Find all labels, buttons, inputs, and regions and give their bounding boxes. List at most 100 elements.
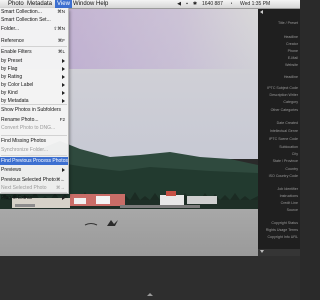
sidebar-label: Copyright Info URL bbox=[267, 235, 298, 239]
menu-item[interactable]: Plug-in Extras bbox=[0, 194, 68, 202]
submenu-arrow-icon bbox=[62, 196, 65, 200]
sidebar-label: Sublocation bbox=[279, 145, 298, 149]
menu-item: Convert Photo to DNG... bbox=[0, 124, 68, 132]
menu-view[interactable]: View bbox=[55, 0, 72, 8]
menu-item[interactable]: Enable Filters ⌘L bbox=[0, 48, 68, 56]
submenu-arrow-icon bbox=[62, 99, 65, 103]
sidebar-label: Instructions bbox=[279, 194, 298, 198]
menu-item[interactable]: by Kind bbox=[0, 89, 68, 97]
menu-window[interactable]: Window bbox=[73, 0, 94, 8]
menu-item-shortcut: ⌘N bbox=[57, 9, 65, 14]
menu-item-label: by Color Label bbox=[1, 82, 34, 88]
sidebar-label: Description Writer bbox=[269, 93, 299, 97]
submenu-arrow-icon bbox=[62, 91, 65, 95]
menu-separator bbox=[1, 46, 67, 47]
menu-item-label: Synchronize Folder... bbox=[1, 147, 48, 153]
menu-item: Next Selected Photo ⌘→ bbox=[0, 184, 68, 192]
menu-item-shortcut: ⌘← bbox=[56, 177, 65, 182]
menu-item[interactable]: by Preset bbox=[0, 57, 68, 65]
sidebar-label: Title / Preset bbox=[277, 21, 298, 25]
menu-metadata[interactable]: Metadata bbox=[27, 0, 52, 8]
sidebar-label: Rights Usage Terms bbox=[265, 228, 298, 232]
submenu-arrow-icon bbox=[62, 83, 65, 87]
menu-item-label: Rename Photo... bbox=[1, 117, 39, 123]
menu-item-label: Folder... bbox=[1, 26, 20, 32]
sidebar-label: Copyright Status bbox=[271, 221, 298, 225]
menu-help[interactable]: Help bbox=[96, 0, 108, 8]
sidebar-label: IPTC Subject Code bbox=[267, 86, 298, 90]
menu-item[interactable]: Folder... ⇧⌘N bbox=[0, 25, 68, 33]
view-menu-dropdown: Smart Collection... ⌘N Smart Collection Se… bbox=[0, 8, 69, 201]
menu-item-label: Reference bbox=[1, 38, 25, 44]
submenu-arrow-icon bbox=[62, 59, 65, 63]
menu-item-shortcut: ⌘L bbox=[57, 49, 65, 54]
sidebar-bottom-bar bbox=[258, 249, 300, 256]
sidebar-label: Category bbox=[283, 100, 298, 104]
menu-item[interactable]: by Color Label bbox=[0, 81, 68, 89]
menu-item-label: Smart Collection... bbox=[1, 9, 42, 15]
menu-item-label: Enable Filters bbox=[1, 49, 32, 55]
menubar-square-icon[interactable]: ▪ bbox=[184, 1, 190, 7]
menu-item[interactable]: Smart Collection... ⌘N bbox=[0, 8, 68, 16]
menu-item-label: by Flag bbox=[1, 66, 18, 72]
sidebar-label: Job Identifier bbox=[277, 187, 298, 191]
menu-item-label: by Kind bbox=[1, 90, 18, 96]
menu-separator bbox=[1, 155, 67, 156]
sidebar-label: Source bbox=[286, 208, 298, 212]
sidebar-label: IPTC Scene Code bbox=[269, 137, 298, 141]
menu-item-label: Next Selected Photo bbox=[1, 185, 47, 191]
sidebar-label: Country bbox=[285, 167, 298, 171]
submenu-arrow-icon bbox=[62, 168, 65, 172]
menu-item-label: Plug-in Extras bbox=[1, 195, 33, 201]
menu-item: Synchronize Folder... bbox=[0, 146, 68, 154]
menu-item[interactable]: Find Previous Process Photos bbox=[0, 157, 68, 165]
menu-item[interactable]: by Flag bbox=[0, 65, 68, 73]
expand-down-icon[interactable] bbox=[260, 250, 264, 253]
menu-item[interactable]: by Rating bbox=[0, 73, 68, 81]
menu-item-label: Find Missing Photos bbox=[1, 138, 47, 144]
sidebar-label: Creator bbox=[286, 42, 298, 46]
menu-item-shortcut: F2 bbox=[59, 117, 65, 122]
menu-item-shortcut: ⇧⌘N bbox=[53, 26, 65, 31]
sidebar-label: Other Categories bbox=[270, 108, 298, 112]
menu-item-label: by Preset bbox=[1, 58, 23, 64]
metadata-sidebar: Title / Preset Headline Creator Phone E-Mail… bbox=[258, 9, 300, 256]
filmstrip-toggle-icon[interactable] bbox=[147, 293, 153, 296]
menu-item-label: Show Photos in Subfolders bbox=[1, 107, 62, 113]
menu-item[interactable]: Reference ⌘F bbox=[0, 37, 68, 45]
tray-status: 1640 887 bbox=[202, 1, 223, 7]
menu-item[interactable]: Previous Selected Photo ⌘← bbox=[0, 176, 68, 184]
menu-item-label: Convert Photo to DNG... bbox=[1, 125, 56, 131]
menu-item[interactable]: Rename Photo... F2 bbox=[0, 116, 68, 124]
menubar-clock[interactable]: Wed 1:35 PM bbox=[240, 0, 270, 8]
menu-separator bbox=[1, 135, 67, 136]
menu-item[interactable]: Previews bbox=[0, 166, 68, 174]
photo-water bbox=[0, 209, 258, 256]
sidebar-label: State / Province bbox=[272, 159, 298, 163]
menu-item-shortcut: ⌘→ bbox=[56, 185, 65, 190]
menu-photo[interactable]: Photo bbox=[8, 0, 24, 8]
menu-item[interactable]: Find Missing Photos bbox=[0, 137, 68, 145]
submenu-arrow-icon bbox=[62, 75, 65, 79]
sidebar-label: Date Created bbox=[276, 121, 298, 125]
collapse-left-icon[interactable] bbox=[260, 10, 263, 14]
photo-whale-tail bbox=[84, 220, 118, 226]
sidebar-label: E-Mail bbox=[287, 56, 298, 60]
menu-separator bbox=[1, 104, 67, 105]
menu-separator bbox=[1, 192, 67, 193]
sidebar-label: Credit Line bbox=[280, 201, 298, 205]
sidebar-label: Website bbox=[285, 63, 298, 67]
menu-item-shortcut: ⌘F bbox=[57, 38, 65, 43]
sidebar-label: Headline bbox=[283, 35, 298, 39]
sidebar-label: Intellectual Genre bbox=[269, 129, 298, 133]
bluetooth-icon[interactable]: ✱ bbox=[192, 1, 198, 7]
sidebar-label: City bbox=[291, 152, 298, 156]
menu-item[interactable]: Show Photos in Subfolders bbox=[0, 106, 68, 114]
filmstrip-panel bbox=[0, 256, 300, 300]
sidebar-label: Headline bbox=[283, 75, 298, 79]
wifi-icon[interactable]: ◔ bbox=[228, 1, 234, 7]
menu-item[interactable]: Smart Collection Set... bbox=[0, 16, 68, 24]
menu-item-label: Smart Collection Set... bbox=[1, 17, 51, 23]
menu-item-label: Find Previous Process Photos bbox=[1, 158, 68, 164]
volume-icon[interactable]: ◀ bbox=[176, 1, 182, 7]
